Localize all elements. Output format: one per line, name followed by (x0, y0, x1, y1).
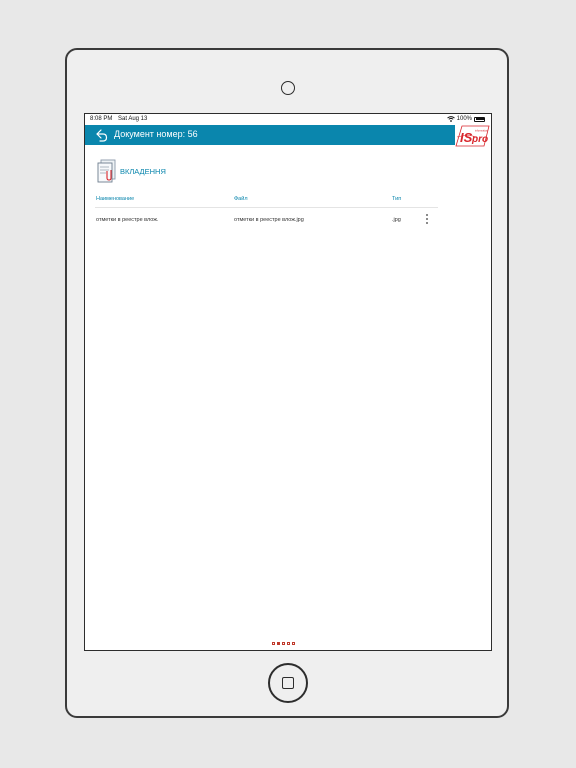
wifi-icon (446, 116, 455, 122)
status-date: Sat Aug 13 (118, 116, 148, 122)
page-dot[interactable] (292, 642, 295, 645)
status-bar: 8:08 PM Sat Aug 13 100% (85, 114, 491, 125)
home-square-icon (282, 677, 294, 689)
cell-file: отметки в реестре влож.jpg (234, 217, 304, 223)
more-options-icon[interactable] (425, 214, 429, 227)
column-header-type: Тип (392, 196, 402, 202)
page-title: Документ номер: 56 (114, 129, 198, 139)
logo-brand: IS (460, 130, 473, 145)
home-button[interactable] (268, 663, 308, 703)
nav-header: Документ номер: 56 (85, 125, 455, 145)
cell-name: отметки в реестре влож. (96, 217, 159, 223)
page-dot-active[interactable] (277, 642, 280, 645)
page-dot[interactable] (287, 642, 290, 645)
battery-percent: 100% (456, 116, 472, 122)
battery-icon (474, 116, 485, 122)
logo-small: information (475, 129, 488, 133)
page-dot[interactable] (272, 642, 275, 645)
document-attachment-icon (97, 159, 116, 183)
header-divider (95, 207, 438, 208)
column-header-name: Наименование (96, 196, 135, 202)
column-header-file: Файл (234, 196, 248, 202)
page-indicator (272, 642, 295, 645)
ispro-logo: IS pro information (455, 125, 490, 147)
logo-sub: pro (471, 134, 488, 145)
app-screen: 8:08 PM Sat Aug 13 100% Документ номер: … (84, 113, 492, 651)
cell-type: .jpg (392, 217, 401, 223)
back-arrow-icon[interactable] (94, 127, 108, 143)
page-dot[interactable] (282, 642, 285, 645)
section-title: ВКЛАДЕННЯ (120, 167, 166, 176)
status-indicators: 100% (446, 116, 485, 122)
camera-icon (281, 81, 295, 95)
status-time: 8:08 PM (90, 116, 113, 122)
